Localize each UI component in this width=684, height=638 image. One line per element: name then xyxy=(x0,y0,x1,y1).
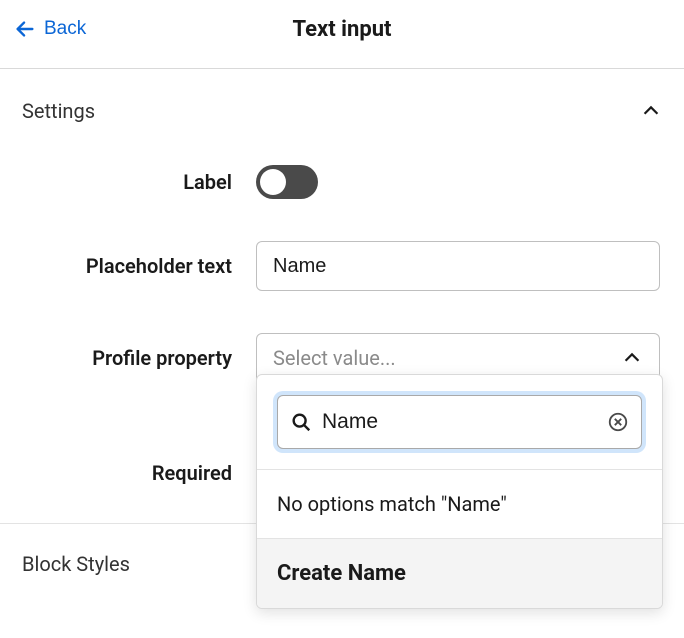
label-row: Label xyxy=(0,155,684,209)
profile-field-label: Profile property xyxy=(22,346,232,370)
placeholder-row: Placeholder text xyxy=(0,231,684,301)
chevron-up-icon xyxy=(640,100,662,122)
label-toggle[interactable] xyxy=(256,165,318,199)
block-styles-title: Block Styles xyxy=(22,552,130,576)
required-field-label: Required xyxy=(22,461,232,485)
dropdown-search xyxy=(277,395,642,449)
settings-title: Settings xyxy=(22,99,95,123)
dropdown-no-match: No options match "Name" xyxy=(257,470,662,538)
placeholder-field-label: Placeholder text xyxy=(22,254,232,278)
clear-icon[interactable] xyxy=(607,411,629,433)
search-icon xyxy=(290,411,312,433)
page-title: Text input xyxy=(0,17,684,42)
arrow-left-icon xyxy=(14,18,36,40)
dropdown-search-wrap xyxy=(257,375,662,470)
dropdown-create-option[interactable]: Create Name xyxy=(257,538,662,608)
back-button[interactable]: Back xyxy=(14,18,86,40)
dropdown-search-input[interactable] xyxy=(312,410,607,434)
label-field-label: Label xyxy=(22,170,232,194)
toggle-knob xyxy=(260,169,286,195)
profile-property-dropdown: No options match "Name" Create Name xyxy=(256,374,663,609)
placeholder-input[interactable] xyxy=(256,241,660,291)
settings-section-header[interactable]: Settings xyxy=(0,69,684,151)
chevron-up-icon xyxy=(621,347,643,369)
back-label: Back xyxy=(44,18,86,40)
profile-select-placeholder: Select value... xyxy=(273,346,396,370)
